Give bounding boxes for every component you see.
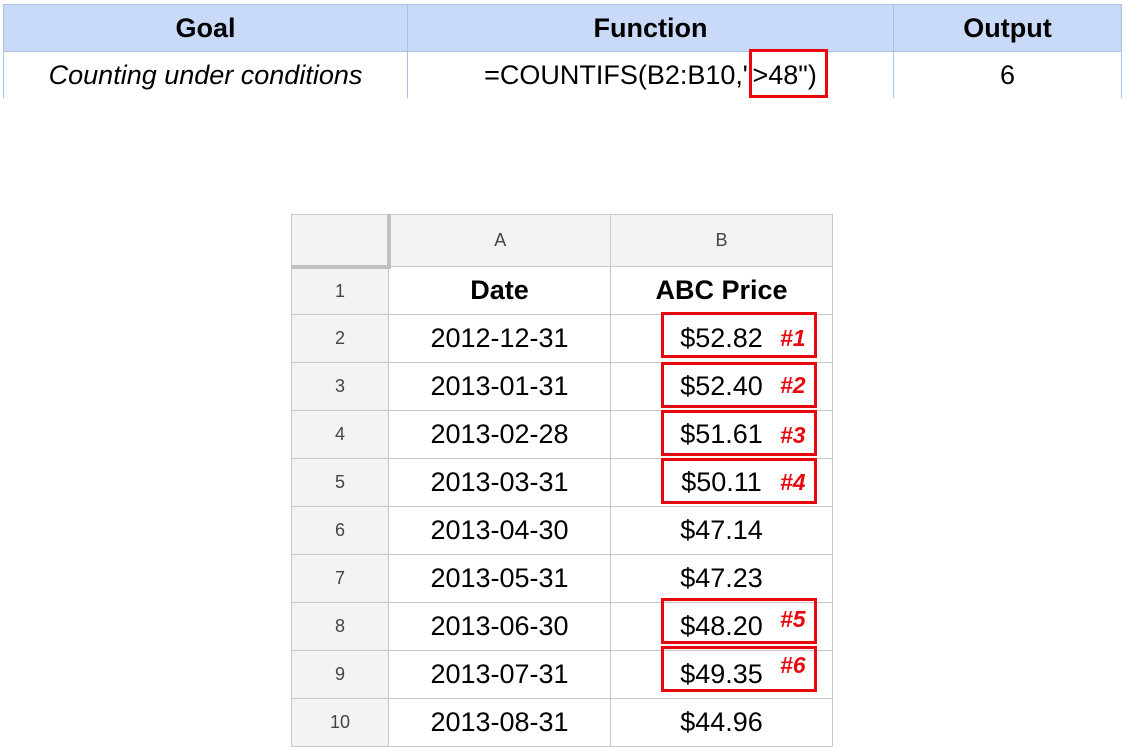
date-cell[interactable]: 2013-04-30 — [388, 506, 611, 555]
output-cell[interactable]: 6 — [894, 52, 1121, 98]
date-cell[interactable]: 2012-12-31 — [388, 314, 611, 363]
price-header-cell[interactable]: ABC Price — [610, 266, 833, 315]
row-number[interactable]: 9 — [291, 650, 389, 699]
match-label: #1 — [780, 325, 806, 351]
price-cell[interactable]: $47.23 — [610, 554, 833, 603]
row-number[interactable]: 6 — [291, 506, 389, 555]
goal-header: Goal — [4, 5, 408, 51]
match-label: #2 — [780, 372, 806, 398]
row-number[interactable]: 5 — [291, 458, 389, 507]
row-number[interactable]: 10 — [291, 698, 389, 747]
date-cell[interactable]: 2013-02-28 — [388, 410, 611, 459]
date-cell[interactable]: 2013-01-31 — [388, 362, 611, 411]
row-number[interactable]: 7 — [291, 554, 389, 603]
row-number[interactable]: 1 — [291, 266, 389, 315]
row-number[interactable]: 3 — [291, 362, 389, 411]
table-row: 7 2013-05-31 $47.23 — [291, 554, 833, 603]
column-header-row: A B — [291, 214, 833, 269]
match-label: #5 — [780, 606, 806, 632]
summary-header-row: Goal Function Output — [4, 5, 1121, 52]
match-label: #4 — [780, 469, 806, 495]
table-row: 10 2013-08-31 $44.96 — [291, 698, 833, 747]
formula-prefix: =COUNTIFS(B2:B10, — [484, 59, 743, 90]
date-cell[interactable]: 2013-05-31 — [388, 554, 611, 603]
row-number[interactable]: 4 — [291, 410, 389, 459]
summary-table: Goal Function Output Counting under cond… — [3, 4, 1122, 98]
function-header: Function — [408, 5, 894, 51]
output-header: Output — [963, 12, 1052, 43]
table-row: 6 2013-04-30 $47.14 — [291, 506, 833, 555]
column-header-b[interactable]: B — [610, 214, 833, 267]
criterion-highlight-box — [749, 49, 828, 98]
row-number[interactable]: 8 — [291, 602, 389, 651]
date-cell[interactable]: 2013-06-30 — [388, 602, 611, 651]
match-label: #6 — [780, 652, 806, 678]
summary-value-row: Counting under conditions =COUNTIFS(B2:B… — [4, 52, 1121, 98]
date-cell[interactable]: 2013-03-31 — [388, 458, 611, 507]
date-cell[interactable]: 2013-08-31 — [388, 698, 611, 747]
row-number[interactable]: 2 — [291, 314, 389, 363]
price-cell[interactable]: $44.96 — [610, 698, 833, 747]
date-cell[interactable]: 2013-07-31 — [388, 650, 611, 699]
match-label: #3 — [780, 422, 806, 448]
select-all-corner[interactable] — [291, 214, 391, 269]
column-header-a[interactable]: A — [388, 214, 611, 267]
date-header-cell[interactable]: Date — [388, 266, 611, 315]
goal-cell[interactable]: Counting under conditions — [4, 52, 408, 98]
table-row: 1 Date ABC Price — [291, 266, 833, 315]
price-cell[interactable]: $47.14 — [610, 506, 833, 555]
